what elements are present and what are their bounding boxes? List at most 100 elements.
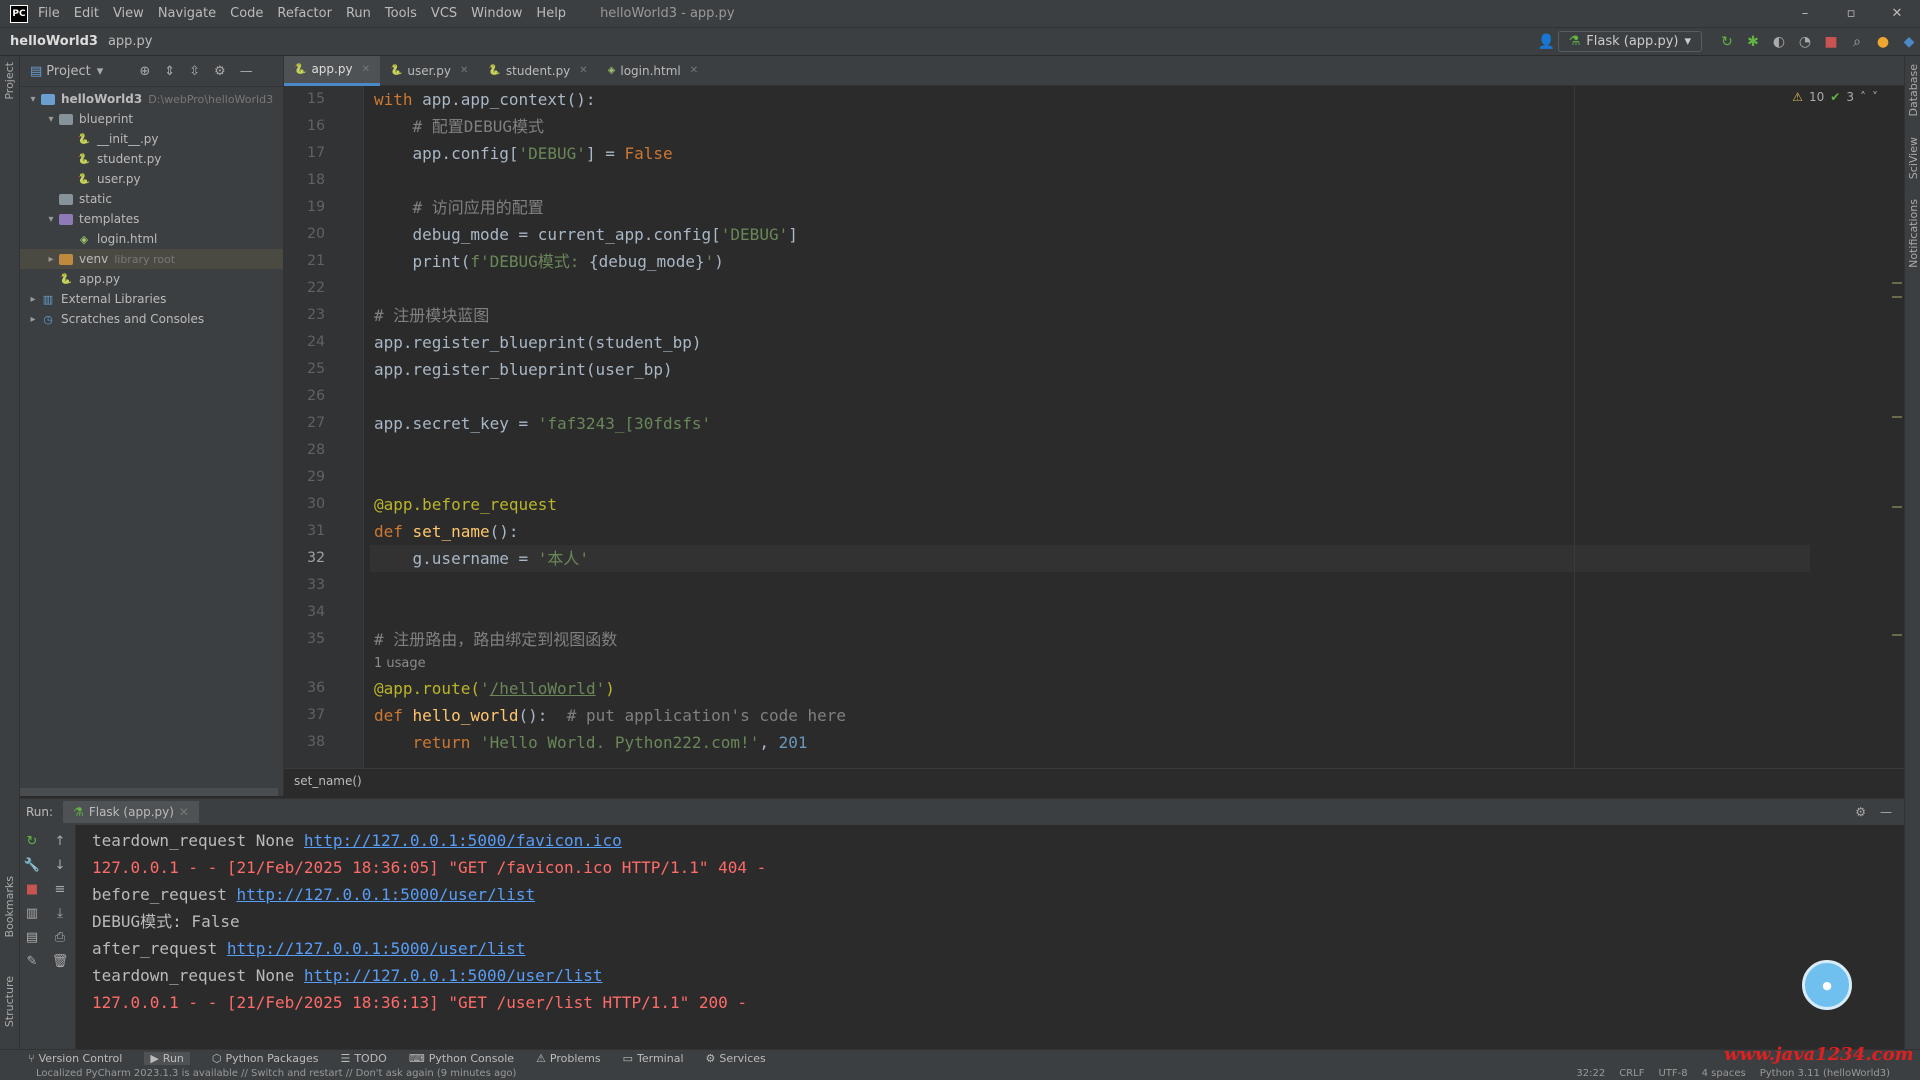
stop-icon[interactable]: ■: [20, 877, 44, 901]
close-icon[interactable]: ✕: [362, 64, 370, 75]
status-message[interactable]: Localized PyCharm 2023.1.3 is available …: [36, 1068, 516, 1079]
database-tool-tab[interactable]: Database: [1907, 64, 1920, 117]
tree-item[interactable]: 🐍 app.py: [20, 269, 283, 289]
indent-setting[interactable]: 4 spaces: [1702, 1068, 1746, 1079]
tool-window-run[interactable]: ▶ Run: [144, 1052, 190, 1065]
nav-file[interactable]: app.py: [108, 34, 153, 49]
chevron-down-icon[interactable]: ▾: [26, 94, 40, 105]
tab-login-html[interactable]: ◈ login.html ✕: [598, 56, 708, 86]
chevron-down-icon[interactable]: ▾: [97, 64, 104, 79]
project-tool-tab[interactable]: Project: [3, 62, 16, 100]
console-link[interactable]: http://127.0.0.1:5000/favicon.ico: [304, 831, 622, 850]
expand-all-icon[interactable]: ⇕: [164, 64, 175, 79]
run-tab[interactable]: ⚗ Flask (app.py) ✕: [63, 801, 199, 823]
profile-icon[interactable]: ◔: [1794, 31, 1816, 53]
pin-icon[interactable]: ✎: [20, 949, 44, 973]
gear-icon[interactable]: ⚙: [1855, 805, 1866, 819]
scroll-end-icon[interactable]: ⤓: [48, 901, 72, 925]
tree-item[interactable]: ▾ blueprint: [20, 109, 283, 129]
structure-tool-tab[interactable]: Structure: [3, 976, 16, 1027]
inspection-widget[interactable]: ⚠ 10 ✔ 3 ˄ ˅: [1792, 90, 1878, 104]
menu-item-tools[interactable]: Tools: [385, 6, 417, 21]
close-icon[interactable]: ✕: [179, 805, 189, 819]
chevron-down-icon[interactable]: ▾: [44, 214, 58, 225]
tab-app-py[interactable]: 🐍 app.py ✕: [284, 55, 380, 86]
collapse-all-icon[interactable]: ⇳: [189, 64, 200, 79]
tree-item[interactable]: ▾ templates: [20, 209, 283, 229]
tab-user-py[interactable]: 🐍 user.py ✕: [380, 56, 478, 86]
coverage-icon[interactable]: ◐: [1768, 31, 1790, 53]
arrow-up-icon[interactable]: ↑: [48, 829, 72, 853]
menu-item-help[interactable]: Help: [536, 6, 566, 21]
nav-project[interactable]: helloWorld3: [10, 34, 98, 49]
tool-window-problems[interactable]: ⚠ Problems: [536, 1052, 601, 1065]
menu-item-file[interactable]: File: [38, 6, 60, 21]
notifications-tool-tab[interactable]: Notifications: [1907, 199, 1920, 268]
tool-window-python-console[interactable]: ⌨ Python Console: [409, 1052, 514, 1065]
close-icon[interactable]: ✕: [690, 65, 698, 76]
wrench-icon[interactable]: 🔧: [20, 853, 44, 877]
maximize-icon[interactable]: ▫: [1828, 6, 1874, 21]
project-view-select[interactable]: Project: [46, 64, 90, 79]
chevron-down-icon[interactable]: ˅: [1872, 90, 1878, 104]
chevron-right-icon[interactable]: ▸: [26, 294, 40, 305]
trash-icon[interactable]: 🗑: [48, 949, 72, 973]
chevron-down-icon[interactable]: ▾: [44, 114, 58, 125]
plugin-icon[interactable]: ◆: [1898, 31, 1920, 53]
menu-item-edit[interactable]: Edit: [74, 6, 99, 21]
breadcrumb-function[interactable]: set_name(): [294, 774, 362, 788]
layout-icon[interactable]: ▥: [20, 901, 44, 925]
menu-item-run[interactable]: Run: [346, 6, 371, 21]
tree-item[interactable]: ▸ ◷ Scratches and Consoles: [20, 309, 283, 329]
usage-hint[interactable]: 1 usage: [370, 653, 1810, 675]
locate-icon[interactable]: ⊕: [139, 64, 150, 79]
tree-item[interactable]: 🐍 student.py: [20, 149, 283, 169]
floating-assistant-icon[interactable]: ●: [1802, 960, 1852, 1010]
debug-icon[interactable]: ✱: [1742, 31, 1764, 53]
python-interpreter[interactable]: Python 3.11 (helloWorld3): [1760, 1068, 1890, 1079]
search-icon[interactable]: ⌕: [1846, 31, 1868, 53]
caret-position[interactable]: 32:22: [1576, 1068, 1605, 1079]
close-icon[interactable]: ✕: [1874, 6, 1920, 21]
console-link[interactable]: http://127.0.0.1:5000/user/list: [227, 939, 526, 958]
run-config-select[interactable]: ⚗ Flask (app.py) ▾: [1557, 31, 1702, 52]
arrow-down-icon[interactable]: ↓: [48, 853, 72, 877]
console-link[interactable]: http://127.0.0.1:5000/user/list: [237, 885, 536, 904]
stop-icon[interactable]: ■: [1820, 31, 1842, 53]
tree-item[interactable]: ▸ venv library root: [20, 249, 283, 269]
tree-item[interactable]: static: [20, 189, 283, 209]
menu-item-code[interactable]: Code: [230, 6, 263, 21]
bookmarks-tool-tab[interactable]: Bookmarks: [3, 876, 16, 937]
close-icon[interactable]: ✕: [579, 65, 587, 76]
tool-window-todo[interactable]: ☰ TODO: [340, 1052, 386, 1065]
layout2-icon[interactable]: ▤: [20, 925, 44, 949]
update-icon[interactable]: ●: [1872, 31, 1894, 53]
menu-item-navigate[interactable]: Navigate: [158, 6, 216, 21]
tool-window-python-packages[interactable]: ⬡ Python Packages: [212, 1052, 319, 1065]
minimize-icon[interactable]: –: [1782, 6, 1828, 21]
tree-item[interactable]: ◈ login.html: [20, 229, 283, 249]
chevron-up-icon[interactable]: ˄: [1860, 90, 1866, 104]
run-console[interactable]: teardown_request None http://127.0.0.1:5…: [76, 825, 1904, 1050]
tree-item[interactable]: 🐍 __init__.py: [20, 129, 283, 149]
menu-item-vcs[interactable]: VCS: [431, 6, 457, 21]
menu-item-window[interactable]: Window: [471, 6, 522, 21]
tool-window-terminal[interactable]: ▭ Terminal: [623, 1052, 684, 1065]
code-editor[interactable]: 15 16 17 18 19 20 21 22 23 24 25 26 27 28 29 30 31 32 33 34…: [284, 86, 1904, 768]
console-link[interactable]: http://127.0.0.1:5000/user/list: [304, 966, 603, 985]
tab-student-py[interactable]: 🐍 student.py ✕: [478, 56, 597, 86]
tree-item[interactable]: ▾ helloWorld3 D:\webPro\helloWorld3: [20, 89, 283, 109]
tool-window-services[interactable]: ⚙ Services: [706, 1052, 766, 1065]
rerun-icon[interactable]: ↻: [20, 829, 44, 853]
hide-icon[interactable]: —: [1880, 805, 1892, 819]
chevron-right-icon[interactable]: ▸: [26, 314, 40, 325]
tool-window-version-control[interactable]: ⑂ Version Control: [28, 1052, 122, 1065]
hide-icon[interactable]: —: [240, 64, 253, 79]
line-separator[interactable]: CRLF: [1619, 1068, 1644, 1079]
menu-item-view[interactable]: View: [113, 6, 144, 21]
chevron-right-icon[interactable]: ▸: [44, 254, 58, 265]
sciview-tool-tab[interactable]: SciView: [1907, 137, 1920, 179]
tree-item[interactable]: ▸ ▥ External Libraries: [20, 289, 283, 309]
close-icon[interactable]: ✕: [460, 65, 468, 76]
rerun-icon[interactable]: ↻: [1716, 31, 1738, 53]
